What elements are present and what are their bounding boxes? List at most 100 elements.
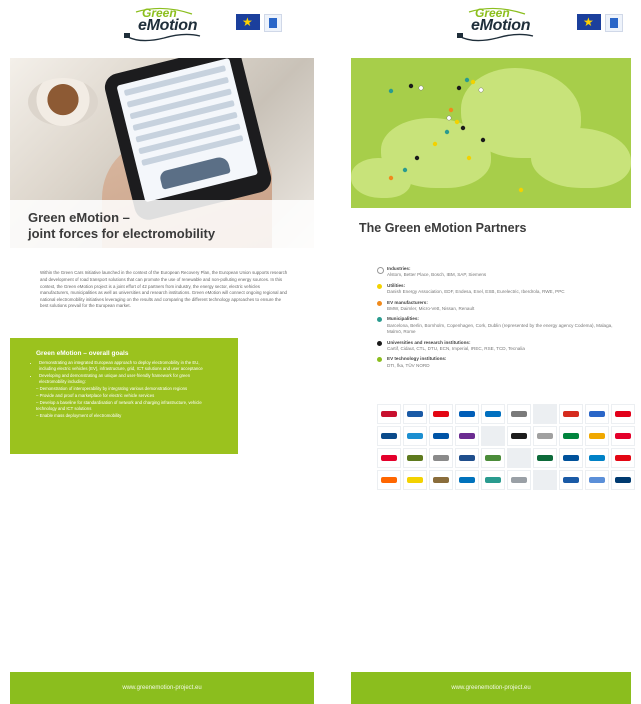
partner-logo-tile (533, 426, 557, 446)
partner-logo-tile (585, 404, 609, 424)
goals-box: Green eMotion – overall goals Demonstrat… (10, 338, 238, 454)
green-emotion-logo: Green eMotion (122, 6, 204, 46)
partner-logo-tile (507, 404, 531, 424)
partner-logo-tile (611, 404, 635, 424)
title-band: Green eMotion – joint forces for electro… (10, 200, 314, 248)
partner-logo-tile (585, 426, 609, 446)
partner-logo-mark (589, 455, 605, 461)
partner-logo-mark (615, 455, 631, 461)
partner-logo-mark (407, 411, 423, 417)
goal-subitem: Enable mass deployment of electromobilit… (36, 413, 217, 419)
poster-header: Green eMotion (10, 0, 314, 56)
partner-logo-mark (615, 411, 631, 417)
partner-logo-tile (429, 448, 453, 468)
logo-text-bottom: eMotion (471, 17, 531, 34)
website-footer[interactable]: www.greenemotion-project.eu (10, 672, 314, 704)
legend-item-ev-manufacturers: EV manufacturers: BMW, Daimler, Micro-Ve… (377, 300, 627, 313)
partner-logo-tile (507, 448, 531, 468)
funding-logos (236, 14, 282, 32)
legend-dot-icon (377, 283, 382, 289)
partner-logo-mark (433, 433, 449, 439)
partner-legend: Industries: Alstom, Better Place, Bosch,… (377, 266, 627, 373)
partner-logo-tile (455, 448, 479, 468)
partner-logo-mark (433, 477, 449, 483)
legend-members: Danish Energy Association, EDF, Endesa, … (387, 289, 565, 295)
partner-logo-tile (429, 470, 453, 490)
partner-logo-mark (407, 477, 423, 483)
title-band: The Green eMotion Partners (351, 208, 631, 248)
partner-logo-tile (559, 426, 583, 446)
partner-logo-tile (585, 448, 609, 468)
partner-logo-tile (481, 404, 505, 424)
partner-location-markers (388, 77, 524, 193)
partner-logo-tile (533, 470, 557, 490)
goal-subitem: Develop a baseline for standardisation o… (36, 400, 217, 412)
partner-logo-tile (429, 404, 453, 424)
partner-logo-tile (455, 426, 479, 446)
partner-logo-tile (377, 426, 401, 446)
partner-logo-mark (381, 455, 397, 461)
car-icon (158, 155, 231, 190)
partner-logo-tile (455, 470, 479, 490)
partner-logo-mark (407, 433, 423, 439)
partner-logo-tile (559, 470, 583, 490)
partner-logo-mark (407, 455, 423, 461)
legend-dot-icon (377, 317, 382, 323)
legend-dot-icon (377, 267, 384, 274)
partner-logo-tile (507, 426, 531, 446)
goal-item: Developing and demonstrating an unique a… (39, 373, 217, 385)
partner-logo-mark (537, 455, 553, 461)
right-poster: Green eMotion ★ The Green eMotion Partne… (351, 0, 635, 704)
partner-logo-mark (511, 477, 527, 483)
website-footer[interactable]: www.greenemotion-project.eu (351, 672, 631, 704)
legend-dot-icon (377, 300, 382, 306)
legend-members: Barcelona, Berlin, Bornholm, Copenhagen,… (387, 322, 613, 335)
goal-subitem: Demonstration of interoperability by int… (36, 386, 217, 392)
partner-logo-mark (589, 477, 605, 483)
partner-logo-tile (403, 448, 427, 468)
partner-logo-mark (563, 433, 579, 439)
goals-heading: Green eMotion – overall goals (36, 350, 129, 357)
legend-item-municipalities: Municipalities: Barcelona, Berlin, Bornh… (377, 316, 627, 335)
partner-logo-tile (403, 470, 427, 490)
partner-logo-tile (533, 448, 557, 468)
legend-item-industries: Industries: Alstom, Better Place, Bosch,… (377, 266, 627, 279)
partner-logo-mark (563, 455, 579, 461)
partner-logo-mark (511, 433, 527, 439)
phone-screen (116, 58, 259, 203)
green-emotion-logo: Green eMotion (455, 6, 537, 46)
partner-logo-mark (381, 477, 397, 483)
partner-logo-tile (377, 448, 401, 468)
goals-list: Demonstrating an integrated European app… (32, 360, 217, 420)
partner-logo-tile (559, 404, 583, 424)
partner-emblem-icon (605, 14, 623, 32)
partner-logo-mark (433, 411, 449, 417)
partner-logo-mark (459, 433, 475, 439)
legend-dot-icon (377, 340, 382, 346)
partner-logo-tile (611, 426, 635, 446)
left-poster: Green eMotion Green eMotion – joint forc… (10, 0, 314, 704)
partner-logo-mark (459, 477, 475, 483)
legend-members: DTI, fka, TÜV NORD (387, 362, 430, 368)
goal-item: Demonstrating an integrated European app… (39, 360, 217, 372)
legend-item-utilities: Utilities: Danish Energy Association, ED… (377, 283, 627, 296)
legend-members: Alstom, Better Place, Bosch, IBM, SAP, S… (387, 272, 487, 278)
partner-logo-tile (507, 470, 531, 490)
hero-photo: Green eMotion – joint forces for electro… (10, 58, 314, 248)
legend-item-ev-technology: EV technology institutions: DTI, fka, TÜ… (377, 356, 627, 369)
partner-logo-tile (377, 404, 401, 424)
europe-map: The Green eMotion Partners (351, 58, 631, 248)
partner-logo-tile (403, 426, 427, 446)
partner-logo-mark (589, 433, 605, 439)
right-poster-title: The Green eMotion Partners (359, 221, 527, 235)
partner-logo-tile (559, 448, 583, 468)
partner-logo-mark (537, 433, 553, 439)
left-poster-title: Green eMotion – joint forces for electro… (28, 210, 216, 241)
partner-logo-mark (381, 433, 397, 439)
partner-logo-tile (429, 426, 453, 446)
eu-flag-icon (236, 14, 260, 30)
partner-logo-mark (615, 477, 631, 483)
legend-members: BMW, Daimler, Micro-Vett, Nissan, Renaul… (387, 306, 475, 312)
partner-logo-mark (563, 411, 579, 417)
partner-logo-tile (377, 470, 401, 490)
